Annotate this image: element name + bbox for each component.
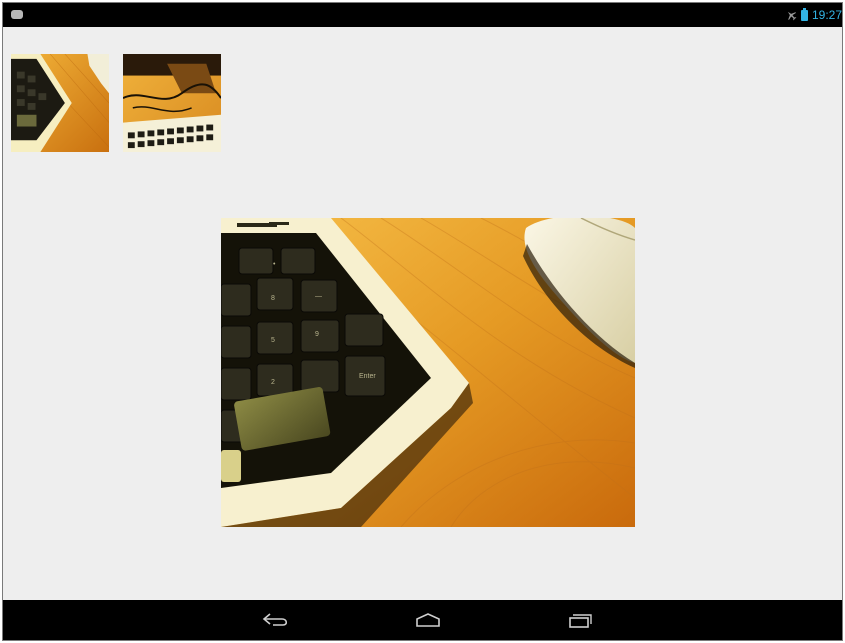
- selected-photo[interactable]: • — 8 9 5 Enter 2: [221, 218, 635, 527]
- home-button[interactable]: [408, 606, 448, 634]
- tablet-screen: 19:27 • — 8 9 5 Enter 2: [2, 2, 843, 641]
- photo-thumbnail[interactable]: [11, 54, 109, 152]
- home-icon: [416, 613, 440, 627]
- back-button[interactable]: [256, 606, 296, 634]
- recent-apps-icon: [569, 614, 592, 628]
- svg-text:—: —: [315, 293, 322, 300]
- status-clock: 19:27: [811, 8, 842, 22]
- svg-text:Enter: Enter: [359, 373, 376, 380]
- thumbnail-image: [11, 54, 109, 152]
- status-indicators: 19:27: [786, 3, 842, 27]
- status-bar: 19:27: [3, 3, 842, 27]
- photo-image: • — 8 9 5 Enter 2: [221, 218, 635, 527]
- photo-thumbnail[interactable]: [123, 54, 221, 152]
- airplane-mode-icon: [787, 11, 797, 20]
- battery-icon: [800, 7, 808, 21]
- svg-text:2: 2: [271, 379, 275, 386]
- svg-text:8: 8: [271, 295, 275, 302]
- notification-icon: [11, 10, 23, 19]
- recent-apps-button[interactable]: [560, 606, 600, 634]
- back-icon: [262, 613, 288, 626]
- navigation-bar: [3, 600, 842, 640]
- svg-text:9: 9: [315, 331, 319, 338]
- svg-text:5: 5: [271, 337, 275, 344]
- thumbnail-image: [123, 54, 221, 152]
